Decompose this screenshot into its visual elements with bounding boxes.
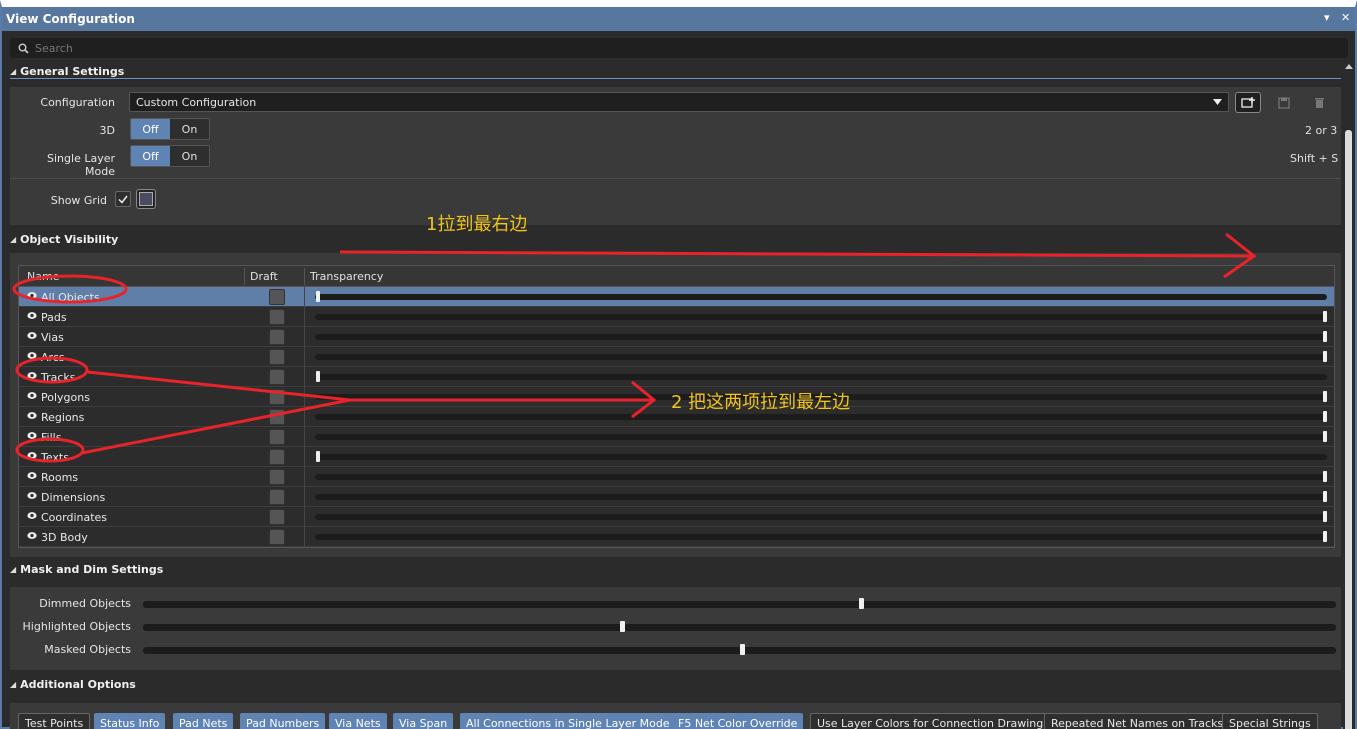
view-configuration-panel: View Configuration ▾ ✕ ◢ General Setting… (0, 0, 1357, 729)
annotation-circle-tracks (15, 356, 89, 384)
annotation-note-2: 2 把这两项拉到最左边 (671, 392, 851, 413)
annotation-circle-all-objects (12, 274, 128, 304)
annotation-note-1: 1拉到最右边 (426, 214, 528, 235)
annotation-circle-texts (15, 437, 85, 463)
annotation-arrow-right (339, 250, 1253, 258)
annotation-overlay (12, 232, 1257, 463)
annotation-line-texts (81, 398, 351, 455)
annotation-line-tracks (87, 370, 351, 402)
